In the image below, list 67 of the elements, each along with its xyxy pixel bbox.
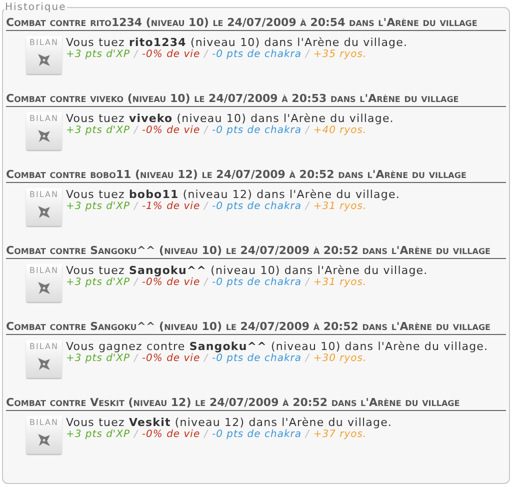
separator-slash: / xyxy=(134,429,138,441)
ryos-gain: +40 ryos. xyxy=(313,125,367,137)
separator-slash: / xyxy=(305,353,310,365)
panel-legend: Historique xyxy=(4,0,68,15)
badge-label: BILAN xyxy=(30,114,58,124)
separator-slash: / xyxy=(204,125,208,137)
badge-label: BILAN xyxy=(30,266,58,276)
separator-slash: / xyxy=(305,49,310,61)
xp-gain: +3 pts d'XP xyxy=(66,353,130,365)
life-loss: -0% de vie xyxy=(142,277,200,289)
chakra-loss: -0 pts de chakra xyxy=(212,277,302,289)
combat-summary: Vous tuez Sangoku^^ (niveau 10) dans l'Arène du village. xyxy=(66,264,428,277)
combat-summary: Vous tuez Veskit (niveau 12) dans l'Arène du village. xyxy=(66,416,392,429)
badge-label: BILAN xyxy=(30,190,58,200)
separator-slash: / xyxy=(134,125,138,137)
life-loss: -1% de vie xyxy=(142,201,200,213)
shuriken-icon xyxy=(37,53,51,67)
xp-gain: +3 pts d'XP xyxy=(66,429,130,441)
xp-gain: +3 pts d'XP xyxy=(66,125,130,137)
separator-slash: / xyxy=(204,353,208,365)
separator-slash: / xyxy=(204,277,208,289)
chakra-loss: -0 pts de chakra xyxy=(212,353,302,365)
shuriken-icon xyxy=(37,129,51,143)
xp-gain: +3 pts d'XP xyxy=(66,201,130,213)
badge-label: BILAN xyxy=(30,38,58,48)
separator-slash: / xyxy=(134,49,138,61)
chakra-loss: -0 pts de chakra xyxy=(212,201,302,213)
combat-title: Combat contre bobo11 (niveau 12) le 24/07/2009 à 20:52 dans l'Arène du village xyxy=(6,168,506,183)
life-loss: -0% de vie xyxy=(142,125,200,137)
shuriken-icon xyxy=(37,357,51,371)
combat-title: Combat contre rito1234 (niveau 10) le 24/07/2009 à 20:54 dans l'Arène du village xyxy=(6,16,506,31)
chakra-loss: -0 pts de chakra xyxy=(212,429,302,441)
shuriken-icon xyxy=(37,205,51,219)
shuriken-icon xyxy=(37,433,51,447)
separator-slash: / xyxy=(204,201,208,213)
separator-slash: / xyxy=(305,277,310,289)
combat-summary: Vous tuez viveko (niveau 10) dans l'Arène du village. xyxy=(66,112,394,125)
life-loss: -0% de vie xyxy=(142,429,200,441)
separator-slash: / xyxy=(134,201,138,213)
combat-title: Combat contre Sangoku^^ (niveau 10) le 24/07/2009 à 20:52 dans l'Arène du village xyxy=(6,244,506,259)
badge-label: BILAN xyxy=(30,418,58,428)
separator-slash: / xyxy=(204,429,208,441)
separator-slash: / xyxy=(204,49,208,61)
life-loss: -0% de vie xyxy=(142,49,200,61)
combat-title: Combat contre viveko (niveau 10) le 24/07/2009 à 20:53 dans l'Arène du village xyxy=(6,92,506,107)
separator-slash: / xyxy=(305,201,310,213)
combat-title: Combat contre Sangoku^^ (niveau 10) le 24/07/2009 à 20:52 dans l'Arène du village xyxy=(6,320,506,335)
ryos-gain: +31 ryos. xyxy=(313,201,367,213)
separator-slash: / xyxy=(134,277,138,289)
combat-summary: Vous tuez rito1234 (niveau 10) dans l'Arène du village. xyxy=(66,36,408,49)
separator-slash: / xyxy=(134,353,138,365)
life-loss: -0% de vie xyxy=(142,353,200,365)
chakra-loss: -0 pts de chakra xyxy=(212,49,302,61)
separator-slash: / xyxy=(305,429,310,441)
badge-label: BILAN xyxy=(30,342,58,352)
chakra-loss: -0 pts de chakra xyxy=(212,125,302,137)
shuriken-icon xyxy=(37,281,51,295)
ryos-gain: +35 ryos. xyxy=(313,49,367,61)
separator-slash: / xyxy=(305,125,310,137)
combat-summary: Vous tuez bobo11 (niveau 12) dans l'Arène du village. xyxy=(66,188,400,201)
combat-summary: Vous gagnez contre Sangoku^^ (niveau 10) dans l'Arène du village. xyxy=(66,340,488,353)
combat-title: Combat contre Veskit (niveau 12) le 24/07/2009 à 20:52 dans l'Arène du village xyxy=(6,396,506,411)
xp-gain: +3 pts d'XP xyxy=(66,49,130,61)
ryos-gain: +30 ryos. xyxy=(313,353,367,365)
ryos-gain: +31 ryos. xyxy=(313,277,367,289)
xp-gain: +3 pts d'XP xyxy=(66,277,130,289)
ryos-gain: +37 ryos. xyxy=(313,429,367,441)
